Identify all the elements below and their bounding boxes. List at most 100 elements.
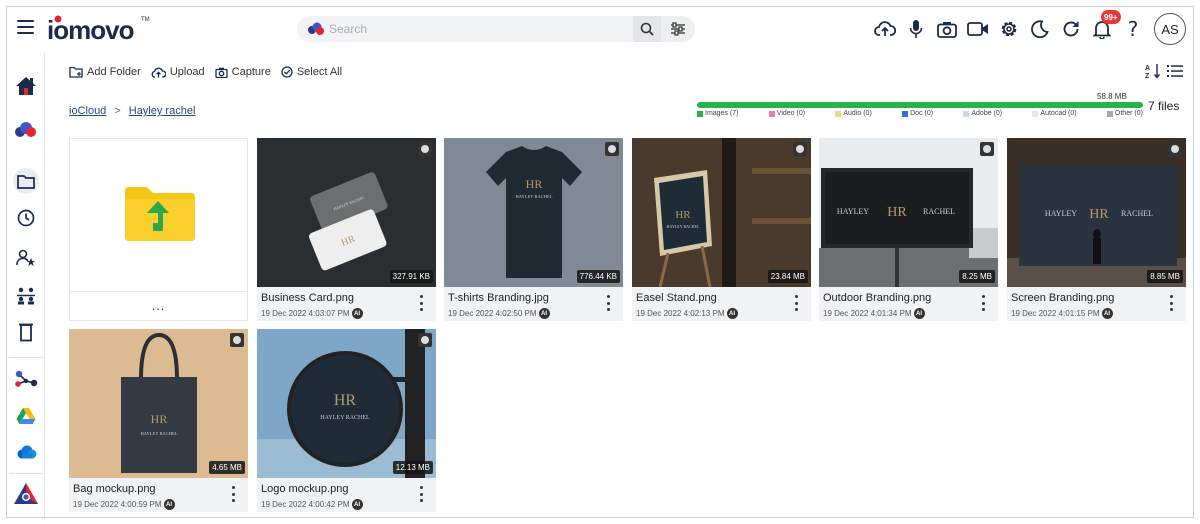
select-checkbox[interactable] bbox=[793, 142, 807, 156]
google-drive-icon[interactable] bbox=[13, 403, 39, 429]
folder-more-label[interactable]: ... bbox=[70, 291, 247, 313]
sidebar-divider bbox=[9, 357, 43, 358]
capture-button[interactable]: Capture bbox=[215, 66, 271, 78]
legend-swatch bbox=[963, 110, 970, 117]
gear-icon[interactable] bbox=[997, 17, 1021, 41]
bag-monogram: HR bbox=[151, 412, 168, 426]
select-checkbox[interactable] bbox=[605, 142, 619, 156]
iomovo-logo[interactable]: iomovo TM bbox=[45, 12, 155, 46]
upload-label: Upload bbox=[169, 66, 205, 78]
legend-item-autocad: Autocad (0) bbox=[1032, 110, 1077, 117]
file-name[interactable]: Business Card.png bbox=[261, 292, 354, 304]
upload-button[interactable]: Upload bbox=[151, 66, 205, 78]
folder-icon[interactable] bbox=[13, 168, 39, 194]
legend-swatch bbox=[768, 110, 775, 117]
dark-mode-moon-icon[interactable] bbox=[1028, 17, 1052, 41]
trash-icon[interactable] bbox=[13, 319, 39, 345]
business-card-image: HAYLEY RACHEL HR bbox=[309, 172, 388, 271]
ai-icon[interactable]: AI bbox=[351, 499, 363, 510]
integration-nodes-icon[interactable] bbox=[13, 366, 39, 392]
filter-button[interactable] bbox=[661, 16, 695, 42]
home-icon[interactable] bbox=[13, 73, 39, 99]
legend-label: Audio (0) bbox=[843, 110, 872, 117]
kebab-menu-icon[interactable] bbox=[605, 295, 611, 311]
file-card[interactable]: HAYLEY RACHEL HR 327.91 KB Business Card… bbox=[257, 138, 436, 321]
file-name[interactable]: Logo mockup.png bbox=[261, 483, 348, 495]
select-checkbox[interactable] bbox=[418, 142, 432, 156]
screen-monogram: HR bbox=[1089, 207, 1109, 222]
kebab-menu-icon[interactable] bbox=[418, 295, 424, 311]
kebab-menu-icon[interactable] bbox=[1168, 295, 1174, 311]
search-input[interactable] bbox=[329, 19, 629, 39]
ai-icon[interactable]: AI bbox=[726, 308, 738, 319]
file-thumbnail[interactable]: HR HAYLEY RACHEL 4.65 MB bbox=[69, 329, 248, 478]
select-checkbox[interactable] bbox=[418, 333, 432, 347]
parent-folder-card[interactable]: ... bbox=[69, 138, 248, 321]
file-name[interactable]: Easel Stand.png bbox=[636, 292, 717, 304]
ai-icon[interactable]: AI bbox=[163, 499, 175, 510]
file-thumbnail[interactable]: HR HAYLEY RACHEL 23.84 MB bbox=[632, 138, 811, 287]
file-name[interactable]: Screen Branding.png bbox=[1011, 292, 1114, 304]
file-thumbnail[interactable]: HAYLEY RACHEL HR 327.91 KB bbox=[257, 138, 436, 287]
file-date-text: 19 Dec 2022 4:01:34 PM bbox=[823, 309, 912, 318]
ai-icon[interactable]: AI bbox=[913, 308, 925, 319]
kebab-menu-icon[interactable] bbox=[230, 486, 236, 502]
refresh-icon[interactable] bbox=[1059, 17, 1083, 41]
list-view-icon[interactable] bbox=[1167, 64, 1183, 78]
team-transfer-icon[interactable] bbox=[13, 283, 39, 309]
recent-clock-icon[interactable] bbox=[13, 205, 39, 231]
breadcrumb-root-link[interactable]: ioCloud bbox=[69, 105, 106, 117]
bag-text: HAYLEY RACHEL bbox=[140, 431, 177, 436]
select-checkbox[interactable] bbox=[1168, 142, 1182, 156]
add-folder-button[interactable]: Add Folder bbox=[69, 66, 141, 78]
sort-az-icon[interactable]: A Z bbox=[1145, 63, 1161, 79]
ai-icon[interactable]: AI bbox=[1101, 308, 1113, 319]
file-date: 19 Dec 2022 4:01:34 PM AI bbox=[823, 308, 925, 319]
ai-icon[interactable]: AI bbox=[538, 308, 550, 319]
file-date: 19 Dec 2022 4:00:42 PM AI bbox=[261, 499, 363, 510]
file-card[interactable]: HR HAYLEY RACHEL 12.13 MB Logo mockup.pn… bbox=[257, 329, 436, 512]
logo-mockup-image: HR HAYLEY RACHEL bbox=[257, 329, 436, 478]
file-card[interactable]: HR HAYLEY RACHEL 23.84 MB Easel Stand.pn… bbox=[632, 138, 811, 321]
file-name[interactable]: Bag mockup.png bbox=[73, 483, 156, 495]
file-size-badge: 4.65 MB bbox=[209, 461, 245, 474]
cloud-upload-icon[interactable] bbox=[873, 17, 897, 41]
iocloud-icon[interactable] bbox=[13, 117, 39, 143]
file-card[interactable]: HAYLEY HR RACHEL 8.25 MB Outdoor Brandin… bbox=[819, 138, 998, 321]
breadcrumb-current-link[interactable]: Hayley rachel bbox=[129, 105, 196, 117]
help-icon[interactable]: ? bbox=[1121, 17, 1145, 41]
file-thumbnail[interactable]: HAYLEY HR RACHEL 8.85 MB bbox=[1007, 138, 1186, 287]
file-size-badge: 8.85 MB bbox=[1147, 270, 1183, 283]
search-button[interactable] bbox=[633, 16, 661, 42]
file-date: 19 Dec 2022 4:01:15 PM AI bbox=[1011, 308, 1113, 319]
file-card[interactable]: HR HAYLEY RACHEL 776.44 KB T-shirts Bran… bbox=[444, 138, 623, 321]
file-card[interactable]: HR HAYLEY RACHEL 4.65 MB Bag mockup.png … bbox=[69, 329, 248, 512]
tshirt-text: HAYLEY RACHEL bbox=[515, 194, 552, 199]
file-thumbnail[interactable]: HAYLEY HR RACHEL 8.25 MB bbox=[819, 138, 998, 287]
file-thumbnail[interactable]: HR HAYLEY RACHEL 776.44 KB bbox=[444, 138, 623, 287]
tshirt-monogram: HR bbox=[526, 177, 543, 191]
kebab-menu-icon[interactable] bbox=[418, 486, 424, 502]
file-thumbnail[interactable]: HR HAYLEY RACHEL 12.13 MB bbox=[257, 329, 436, 478]
logo-tm: TM bbox=[141, 17, 150, 23]
file-name[interactable]: Outdoor Branding.png bbox=[823, 292, 931, 304]
select-all-button[interactable]: Select All bbox=[281, 66, 342, 78]
kebab-menu-icon[interactable] bbox=[980, 295, 986, 311]
camera-icon[interactable] bbox=[935, 17, 959, 41]
file-date-text: 19 Dec 2022 4:00:59 PM bbox=[73, 500, 162, 509]
select-checkbox[interactable] bbox=[230, 333, 244, 347]
user-avatar[interactable]: AS bbox=[1154, 13, 1186, 45]
onedrive-icon[interactable] bbox=[13, 439, 39, 465]
legend-item-other: Other (0) bbox=[1106, 110, 1143, 117]
microphone-icon[interactable] bbox=[904, 17, 928, 41]
file-name[interactable]: T-shirts Branding.jpg bbox=[448, 292, 549, 304]
ai-icon[interactable]: AI bbox=[351, 308, 363, 319]
select-checkbox[interactable] bbox=[980, 142, 994, 156]
app-triangle-icon[interactable] bbox=[13, 481, 39, 507]
menu-toggle-icon[interactable] bbox=[17, 20, 34, 34]
shared-user-star-icon[interactable] bbox=[13, 245, 39, 271]
file-card[interactable]: HAYLEY HR RACHEL 8.85 MB Screen Branding… bbox=[1007, 138, 1186, 321]
video-camera-icon[interactable] bbox=[966, 17, 990, 41]
sliders-icon bbox=[671, 22, 685, 36]
kebab-menu-icon[interactable] bbox=[793, 295, 799, 311]
